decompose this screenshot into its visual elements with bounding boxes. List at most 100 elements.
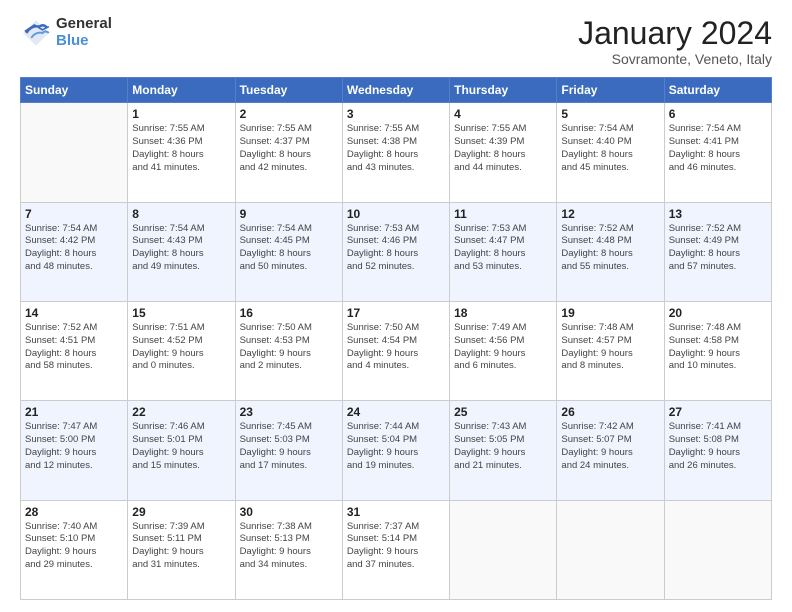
day-info: Sunrise: 7:55 AM Sunset: 4:38 PM Dayligh… [347, 123, 445, 174]
day-info: Sunrise: 7:51 AM Sunset: 4:52 PM Dayligh… [132, 322, 230, 373]
day-number: 2 [240, 107, 338, 121]
day-cell: 15 Sunrise: 7:51 AM Sunset: 4:52 PM Dayli… [128, 301, 235, 400]
day-number: 9 [240, 207, 338, 221]
day-cell: 2 Sunrise: 7:55 AM Sunset: 4:37 PM Daylig… [235, 103, 342, 202]
day-info: Sunrise: 7:50 AM Sunset: 4:53 PM Dayligh… [240, 322, 338, 373]
col-header-thursday: Thursday [450, 78, 557, 103]
day-info: Sunrise: 7:55 AM Sunset: 4:37 PM Dayligh… [240, 123, 338, 174]
day-info: Sunrise: 7:49 AM Sunset: 4:56 PM Dayligh… [454, 322, 552, 373]
day-number: 27 [669, 405, 767, 419]
day-number: 11 [454, 207, 552, 221]
day-info: Sunrise: 7:48 AM Sunset: 4:57 PM Dayligh… [561, 322, 659, 373]
week-row-5: 28 Sunrise: 7:40 AM Sunset: 5:10 PM Dayli… [21, 500, 772, 599]
day-info: Sunrise: 7:54 AM Sunset: 4:45 PM Dayligh… [240, 223, 338, 274]
day-number: 6 [669, 107, 767, 121]
logo-icon [20, 17, 52, 49]
day-info: Sunrise: 7:45 AM Sunset: 5:03 PM Dayligh… [240, 421, 338, 472]
day-info: Sunrise: 7:38 AM Sunset: 5:13 PM Dayligh… [240, 521, 338, 572]
week-row-3: 14Sunrise: 7:52 AM Sunset: 4:51 PM Dayli… [21, 301, 772, 400]
day-info: Sunrise: 7:54 AM Sunset: 4:40 PM Dayligh… [561, 123, 659, 174]
location-subtitle: Sovramonte, Veneto, Italy [578, 51, 772, 67]
page: General Blue January 2024 Sovramonte, Ve… [0, 0, 792, 612]
day-info: Sunrise: 7:53 AM Sunset: 4:46 PM Dayligh… [347, 223, 445, 274]
day-info: Sunrise: 7:54 AM Sunset: 4:41 PM Dayligh… [669, 123, 767, 174]
day-number: 14 [25, 306, 123, 320]
day-cell [450, 500, 557, 599]
day-cell: 24Sunrise: 7:44 AM Sunset: 5:04 PM Dayli… [342, 401, 449, 500]
logo: General Blue [20, 16, 112, 49]
day-info: Sunrise: 7:50 AM Sunset: 4:54 PM Dayligh… [347, 322, 445, 373]
day-info: Sunrise: 7:43 AM Sunset: 5:05 PM Dayligh… [454, 421, 552, 472]
day-info: Sunrise: 7:54 AM Sunset: 4:42 PM Dayligh… [25, 223, 123, 274]
week-row-2: 7Sunrise: 7:54 AM Sunset: 4:42 PM Daylig… [21, 202, 772, 301]
day-number: 3 [347, 107, 445, 121]
day-info: Sunrise: 7:44 AM Sunset: 5:04 PM Dayligh… [347, 421, 445, 472]
day-number: 30 [240, 505, 338, 519]
day-cell [664, 500, 771, 599]
day-cell: 26Sunrise: 7:42 AM Sunset: 5:07 PM Dayli… [557, 401, 664, 500]
day-number: 19 [561, 306, 659, 320]
day-number: 8 [132, 207, 230, 221]
day-cell: 16Sunrise: 7:50 AM Sunset: 4:53 PM Dayli… [235, 301, 342, 400]
day-number: 15 [132, 306, 230, 320]
day-info: Sunrise: 7:55 AM Sunset: 4:39 PM Dayligh… [454, 123, 552, 174]
day-cell [21, 103, 128, 202]
day-cell: 28 Sunrise: 7:40 AM Sunset: 5:10 PM Dayli… [21, 500, 128, 599]
day-cell: 17Sunrise: 7:50 AM Sunset: 4:54 PM Dayli… [342, 301, 449, 400]
day-info: Sunrise: 7:41 AM Sunset: 5:08 PM Dayligh… [669, 421, 767, 472]
day-cell: 6 Sunrise: 7:54 AM Sunset: 4:41 PM Daylig… [664, 103, 771, 202]
day-cell: 7Sunrise: 7:54 AM Sunset: 4:42 PM Daylig… [21, 202, 128, 301]
day-cell: 31Sunrise: 7:37 AM Sunset: 5:14 PM Dayli… [342, 500, 449, 599]
day-info: Sunrise: 7:37 AM Sunset: 5:14 PM Dayligh… [347, 521, 445, 572]
day-cell: 10 Sunrise: 7:53 AM Sunset: 4:46 PM Dayli… [342, 202, 449, 301]
day-info: Sunrise: 7:48 AM Sunset: 4:58 PM Dayligh… [669, 322, 767, 373]
day-cell: 14Sunrise: 7:52 AM Sunset: 4:51 PM Dayli… [21, 301, 128, 400]
col-header-sunday: Sunday [21, 78, 128, 103]
day-number: 26 [561, 405, 659, 419]
day-cell: 4 Sunrise: 7:55 AM Sunset: 4:39 PM Daylig… [450, 103, 557, 202]
day-cell: 30 Sunrise: 7:38 AM Sunset: 5:13 PM Dayli… [235, 500, 342, 599]
day-cell: 13Sunrise: 7:52 AM Sunset: 4:49 PM Dayli… [664, 202, 771, 301]
day-cell: 8 Sunrise: 7:54 AM Sunset: 4:43 PM Daylig… [128, 202, 235, 301]
day-number: 28 [25, 505, 123, 519]
header: General Blue January 2024 Sovramonte, Ve… [20, 16, 772, 67]
logo-general: General [56, 16, 112, 33]
day-info: Sunrise: 7:47 AM Sunset: 5:00 PM Dayligh… [25, 421, 123, 472]
day-cell: 21Sunrise: 7:47 AM Sunset: 5:00 PM Dayli… [21, 401, 128, 500]
day-number: 25 [454, 405, 552, 419]
month-title: January 2024 [578, 16, 772, 51]
calendar-header-row: SundayMondayTuesdayWednesdayThursdayFrid… [21, 78, 772, 103]
day-info: Sunrise: 7:39 AM Sunset: 5:11 PM Dayligh… [132, 521, 230, 572]
day-cell: 29 Sunrise: 7:39 AM Sunset: 5:11 PM Dayli… [128, 500, 235, 599]
day-info: Sunrise: 7:40 AM Sunset: 5:10 PM Dayligh… [25, 521, 123, 572]
day-number: 18 [454, 306, 552, 320]
day-cell: 5 Sunrise: 7:54 AM Sunset: 4:40 PM Daylig… [557, 103, 664, 202]
day-cell: 3 Sunrise: 7:55 AM Sunset: 4:38 PM Daylig… [342, 103, 449, 202]
day-cell: 18 Sunrise: 7:49 AM Sunset: 4:56 PM Dayli… [450, 301, 557, 400]
day-number: 23 [240, 405, 338, 419]
day-cell: 20 Sunrise: 7:48 AM Sunset: 4:58 PM Dayli… [664, 301, 771, 400]
day-cell [557, 500, 664, 599]
day-info: Sunrise: 7:46 AM Sunset: 5:01 PM Dayligh… [132, 421, 230, 472]
day-number: 29 [132, 505, 230, 519]
col-header-friday: Friday [557, 78, 664, 103]
day-info: Sunrise: 7:52 AM Sunset: 4:48 PM Dayligh… [561, 223, 659, 274]
day-number: 12 [561, 207, 659, 221]
day-info: Sunrise: 7:54 AM Sunset: 4:43 PM Dayligh… [132, 223, 230, 274]
day-number: 5 [561, 107, 659, 121]
day-cell: 11Sunrise: 7:53 AM Sunset: 4:47 PM Dayli… [450, 202, 557, 301]
col-header-tuesday: Tuesday [235, 78, 342, 103]
day-cell: 12 Sunrise: 7:52 AM Sunset: 4:48 PM Dayli… [557, 202, 664, 301]
col-header-wednesday: Wednesday [342, 78, 449, 103]
title-block: January 2024 Sovramonte, Veneto, Italy [578, 16, 772, 67]
day-cell: 1Sunrise: 7:55 AM Sunset: 4:36 PM Daylig… [128, 103, 235, 202]
day-number: 4 [454, 107, 552, 121]
day-cell: 23 Sunrise: 7:45 AM Sunset: 5:03 PM Dayli… [235, 401, 342, 500]
col-header-saturday: Saturday [664, 78, 771, 103]
logo-text: General Blue [56, 16, 112, 49]
day-number: 20 [669, 306, 767, 320]
logo-blue: Blue [56, 33, 112, 50]
day-number: 10 [347, 207, 445, 221]
day-cell: 22Sunrise: 7:46 AM Sunset: 5:01 PM Dayli… [128, 401, 235, 500]
day-number: 13 [669, 207, 767, 221]
